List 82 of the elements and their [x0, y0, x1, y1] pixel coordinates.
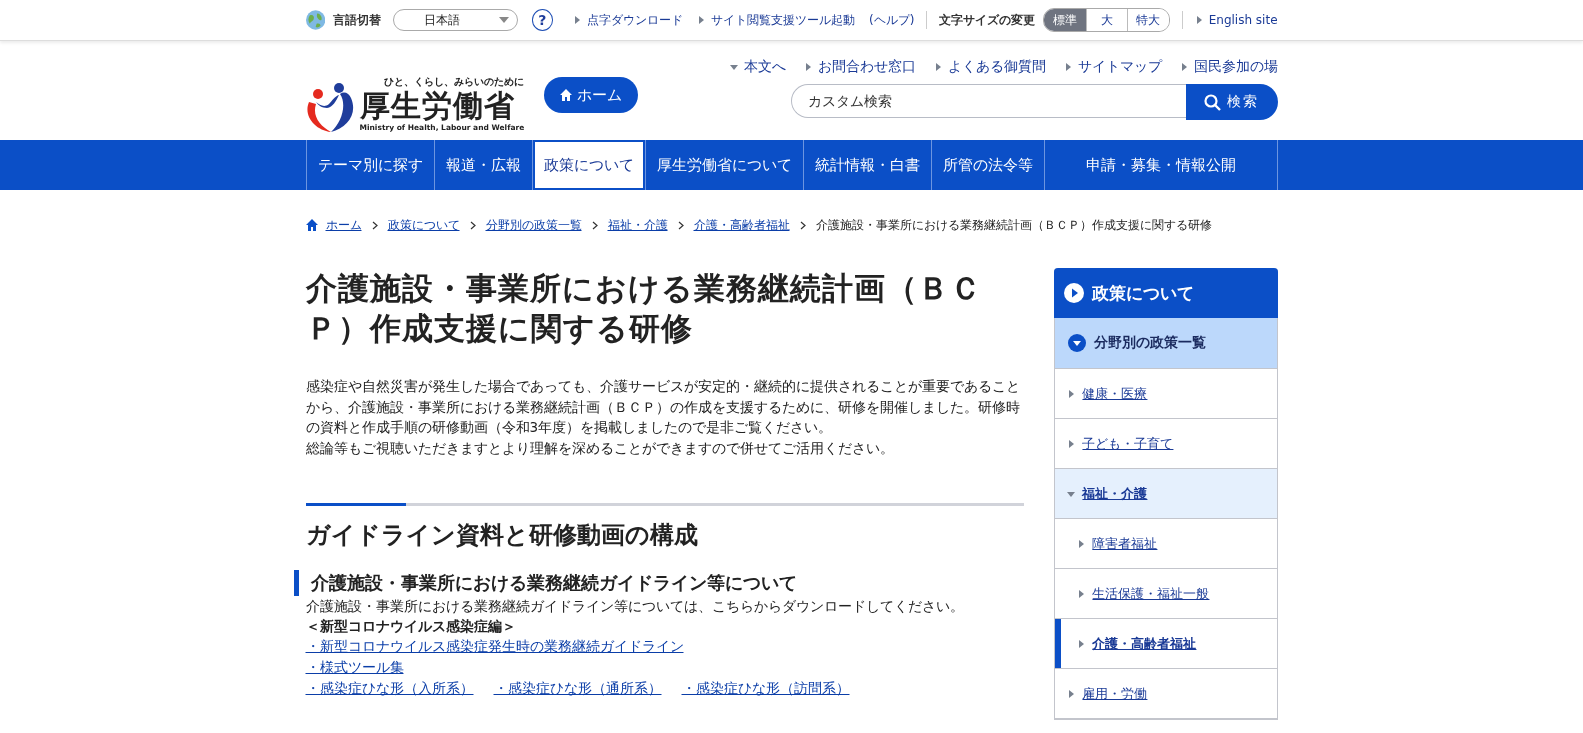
play-circle-icon [1064, 283, 1085, 303]
nav-tab[interactable]: 政策について [532, 140, 646, 190]
download-link[interactable]: ・感染症ひな形（訪問系） [681, 678, 850, 699]
page-title: 介護施設・事業所における業務継続計画（ＢＣＰ）作成支援に関する研修 [305, 269, 983, 348]
subsection-text: 介護施設・事業所における業務継続ガイドライン等については、こちらからダウンロードしてください。 [305, 597, 965, 616]
group-label: ＜新型コロナウイルス感染症編＞ [305, 617, 517, 636]
home-icon [305, 219, 318, 231]
search-button[interactable]: 検索 [1185, 84, 1278, 120]
home-button[interactable]: ホーム [544, 77, 639, 113]
globe-icon [305, 10, 325, 30]
utility-link[interactable]: 本文へ [743, 58, 786, 76]
sidebar-title: 政策について [1092, 281, 1195, 305]
triangle-right-icon [1067, 439, 1076, 448]
help-button[interactable]: ? [531, 9, 553, 31]
chevron-right-icon [591, 220, 598, 230]
breadcrumb-link[interactable]: 政策について [387, 216, 460, 234]
home-icon [560, 89, 573, 101]
triangle-right-icon [1077, 539, 1086, 548]
chevron-down-circle-icon [1068, 334, 1087, 352]
logo-tagline: ひと、くらし、みらいのために [384, 75, 525, 89]
logo-name: 厚生労働省 [359, 89, 516, 123]
triangle-down-icon [1067, 489, 1076, 498]
triangle-right-icon [1194, 16, 1203, 24]
utility-link[interactable]: サイトマップ [1077, 58, 1162, 76]
search-icon [1204, 93, 1221, 111]
intro-paragraph: 総論等もご視聴いただきますとより理解を深めることができますので併せてご活用ください。 [305, 438, 895, 458]
font-size-button[interactable]: 標準 [1044, 9, 1086, 31]
triangle-down-icon [729, 63, 738, 71]
sidebar-section[interactable]: 分野別の政策一覧 [1055, 318, 1277, 369]
utility-link[interactable]: 国民参加の場 [1193, 58, 1278, 76]
breadcrumb-link[interactable]: 分野別の政策一覧 [485, 216, 582, 234]
sidebar-header[interactable]: 政策について [1054, 268, 1278, 318]
top-link[interactable]: (ヘルプ) [868, 11, 915, 29]
triangle-right-icon [572, 16, 581, 24]
sidebar-item[interactable]: 福祉・介護 [1055, 469, 1277, 519]
search-field[interactable]: カスタム検索 [790, 84, 1186, 118]
breadcrumb-link[interactable]: 介護・高齢者福祉 [693, 216, 790, 234]
triangle-right-icon [803, 63, 812, 71]
sidebar-item[interactable]: 雇用・労働 [1055, 669, 1277, 719]
breadcrumb-current: 介護施設・事業所における業務継続計画（ＢＣＰ）作成支援に関する研修 [815, 216, 1212, 234]
triangle-right-icon [933, 63, 942, 71]
triangle-right-icon [696, 16, 705, 24]
sidebar-item[interactable]: 障害者福祉 [1055, 519, 1277, 569]
download-link[interactable]: ・感染症ひな形（通所系） [493, 678, 662, 699]
nav-tab[interactable]: 統計情報・白書 [803, 140, 932, 190]
intro-paragraph: 感染症や自然災害が発生した場合であっても、介護サービスが安定的・継続的に提供されることが重要であることから、介護施設・事業所における業務継続計画（ＢＣＰ）の作成を支援するために、研修を開催しました。研修時の資料と作成手順の研修動画（令和3年度）を掲載しましたので是非ご覧ください。 [305, 377, 1021, 437]
triangle-right-icon [1067, 689, 1076, 698]
chevron-right-icon [799, 220, 806, 230]
utility-link[interactable]: よくある御質問 [947, 58, 1046, 76]
sidebar-item[interactable]: 生活保護・福祉一般 [1055, 569, 1277, 619]
subsection-heading: 介護施設・事業所における業務継続ガイドライン等について [293, 570, 1025, 596]
nav-tab[interactable]: 報道・広報 [434, 140, 533, 190]
nav-tab[interactable]: 厚生労働省について [645, 140, 804, 190]
nav-tab[interactable]: テーマ別に探す [306, 140, 435, 190]
chevron-right-icon [677, 220, 684, 230]
logo-mark-drawing [305, 82, 356, 132]
chevron-right-icon [371, 220, 378, 230]
section-heading: ガイドライン資料と研修動画の構成 [305, 520, 699, 550]
chevron-right-icon [469, 220, 476, 230]
english-site-link[interactable]: English site [1208, 13, 1278, 27]
top-link[interactable]: 点字ダウンロード [586, 11, 683, 29]
language-label: 言語切替 [332, 11, 381, 29]
utility-link[interactable]: お問合わせ窓口 [817, 58, 916, 76]
breadcrumb-link[interactable]: ホーム [325, 216, 362, 234]
download-link[interactable]: ・新型コロナウイルス感染症発生時の業務継続ガイドライン [305, 636, 684, 657]
triangle-right-icon [1077, 639, 1086, 648]
triangle-right-icon [1077, 589, 1086, 598]
triangle-right-icon [1067, 389, 1076, 398]
top-link[interactable]: サイト閲覧支援ツール起動 [710, 11, 855, 29]
font-size-label: 文字サイズの変更 [939, 11, 1036, 29]
nav-tab[interactable]: 申請・募集・情報公開 [1044, 140, 1278, 190]
sidebar-item[interactable]: 介護・高齢者福祉 [1055, 619, 1277, 669]
breadcrumb-link[interactable]: 福祉・介護 [607, 216, 668, 234]
triangle-right-icon [1179, 63, 1188, 71]
font-size-button[interactable]: 特大 [1127, 9, 1169, 31]
download-link[interactable]: ・感染症ひな形（入所系） [305, 678, 474, 699]
triangle-right-icon [1063, 63, 1072, 71]
nav-tab[interactable]: 所管の法令等 [931, 140, 1045, 190]
caret-icon [498, 16, 509, 24]
sidebar-item[interactable]: 健康・医療 [1055, 369, 1277, 419]
sidebar-section-label: 分野別の政策一覧 [1094, 334, 1207, 352]
download-link[interactable]: ・様式ツール集 [305, 657, 404, 678]
